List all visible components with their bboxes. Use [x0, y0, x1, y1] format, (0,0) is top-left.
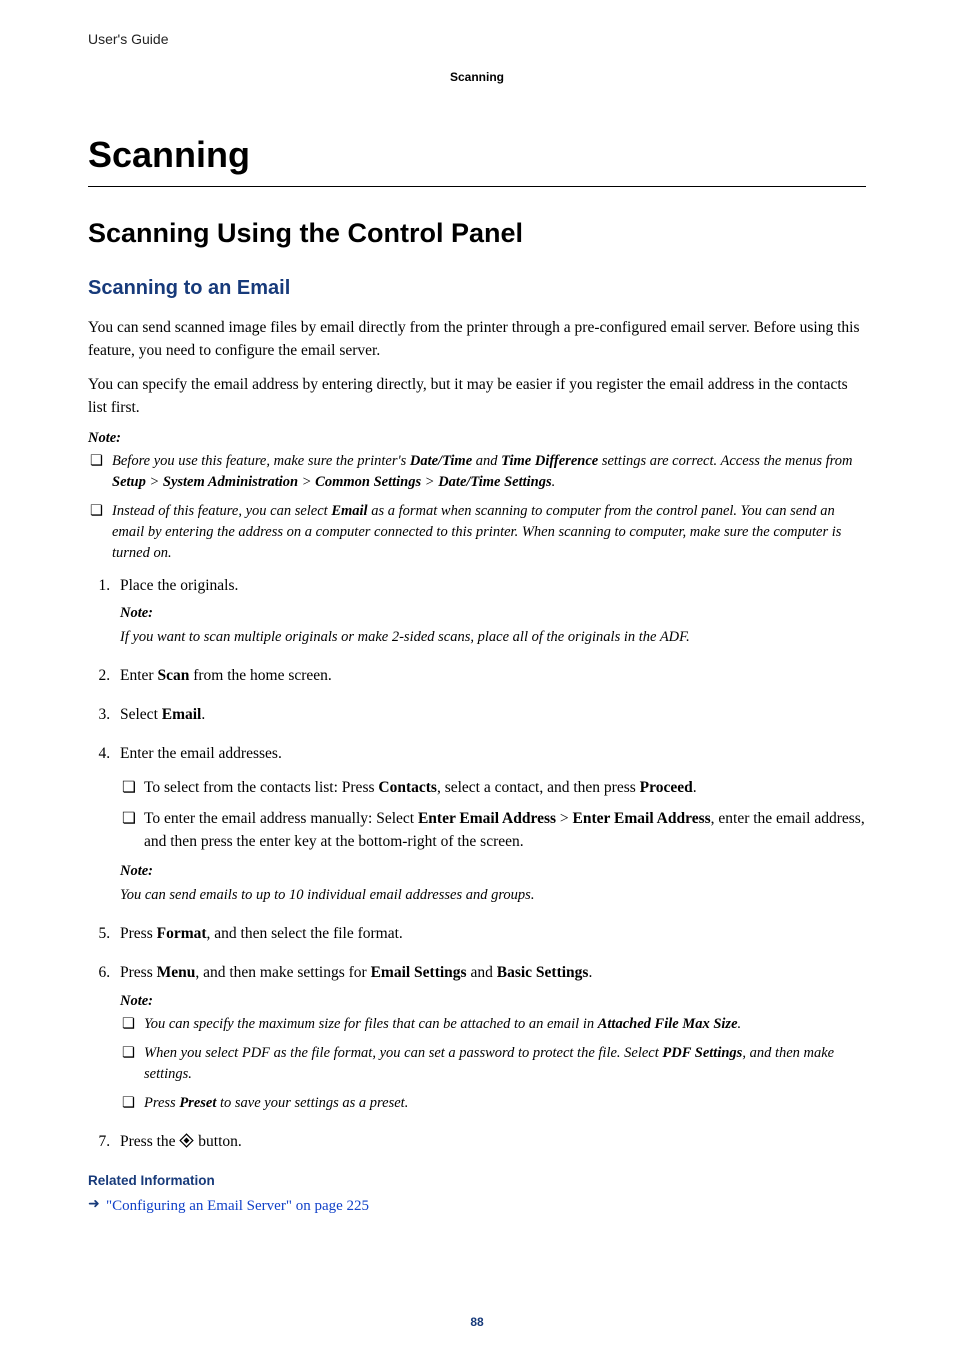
doc-title: User's Guide: [88, 30, 866, 49]
bold: Contacts: [378, 779, 437, 796]
note-label: Note:: [120, 991, 866, 1013]
step-text: Enter: [120, 667, 157, 684]
text: Press: [144, 1095, 179, 1111]
related-info-list: "Configuring an Email Server" on page 22…: [88, 1196, 866, 1216]
step-5: Press Format, and then select the file f…: [114, 922, 866, 945]
bold: Email: [331, 503, 367, 519]
related-info-heading: Related Information: [88, 1172, 866, 1190]
step-4-sublist: To select from the contacts list: Press …: [120, 776, 866, 854]
step-text: Enter the email addresses.: [120, 745, 282, 762]
step-text: Press the: [120, 1133, 179, 1150]
text: .: [738, 1016, 742, 1032]
note-text: >: [146, 474, 163, 490]
note-text: Before you use this feature, make sure t…: [112, 453, 410, 469]
note-text: and: [472, 453, 501, 469]
text: To enter the email address manually: Sel…: [144, 810, 418, 827]
text: to save your settings as a preset.: [216, 1095, 408, 1111]
bold: Format: [157, 925, 207, 942]
bold: Attached File Max Size: [598, 1016, 738, 1032]
bold: Menu: [157, 964, 196, 981]
step-note: You can send emails to up to 10 individu…: [120, 885, 866, 906]
list-item: To select from the contacts list: Press …: [120, 776, 866, 799]
note-item: Before you use this feature, make sure t…: [88, 451, 866, 493]
step-text: , and then select the file format.: [207, 925, 403, 942]
note-text: settings are correct. Access the menus f…: [598, 453, 852, 469]
step-text: Place the originals.: [120, 577, 238, 594]
step-3: Select Email.: [114, 703, 866, 726]
bold: Setup: [112, 474, 146, 490]
text: You can specify the maximum size for fil…: [144, 1016, 598, 1032]
step-6-note-list: You can specify the maximum size for fil…: [120, 1014, 866, 1114]
subsection-heading: Scanning to an Email: [88, 275, 866, 302]
step-text: Select: [120, 706, 162, 723]
step-7: Press the button.: [114, 1130, 866, 1155]
steps-list: Place the originals. Note: If you want t…: [88, 574, 866, 1156]
step-note: If you want to scan multiple originals o…: [120, 627, 866, 648]
step-text: Press: [120, 964, 157, 981]
note-label: Note:: [120, 603, 866, 625]
bold: Scan: [157, 667, 189, 684]
chapter-heading: Scanning: [88, 131, 866, 187]
step-text: , and then make settings for: [195, 964, 370, 981]
step-text: .: [588, 964, 592, 981]
intro-paragraph-2: You can specify the email address by ent…: [88, 373, 866, 420]
bold: System Administration: [163, 474, 298, 490]
bold: Enter Email Address: [573, 810, 711, 827]
note-label: Note:: [120, 861, 866, 883]
note-item: When you select PDF as the file format, …: [120, 1043, 866, 1085]
note-list-1: Before you use this feature, make sure t…: [88, 451, 866, 564]
note-item: Instead of this feature, you can select …: [88, 501, 866, 564]
bold: Proceed: [640, 779, 693, 796]
step-4: Enter the email addresses. To select fro…: [114, 742, 866, 906]
intro-paragraph-1: You can send scanned image files by emai…: [88, 316, 866, 363]
step-1: Place the originals. Note: If you want t…: [114, 574, 866, 648]
start-diamond-icon: [179, 1132, 194, 1155]
text: When you select PDF as the file format, …: [144, 1045, 662, 1061]
text: , select a contact, and then press: [437, 779, 640, 796]
bold: Common Settings: [315, 474, 421, 490]
note-label: Note:: [88, 429, 866, 449]
bold: Enter Email Address: [418, 810, 556, 827]
note-text: >: [421, 474, 438, 490]
bold: Preset: [179, 1095, 216, 1111]
text: >: [556, 810, 573, 827]
note-item: You can specify the maximum size for fil…: [120, 1014, 866, 1035]
note-text: Instead of this feature, you can select: [112, 503, 331, 519]
step-6: Press Menu, and then make settings for E…: [114, 961, 866, 1114]
bold: Basic Settings: [497, 964, 589, 981]
page-number: 88: [0, 1314, 954, 1330]
step-text: .: [201, 706, 205, 723]
step-2: Enter Scan from the home screen.: [114, 664, 866, 687]
note-text: >: [298, 474, 315, 490]
page: User's Guide Scanning Scanning Scanning …: [0, 0, 954, 1350]
text: .: [693, 779, 697, 796]
step-text: from the home screen.: [189, 667, 331, 684]
bold: Email Settings: [371, 964, 467, 981]
text: To select from the contacts list: Press: [144, 779, 378, 796]
bold: PDF Settings: [662, 1045, 742, 1061]
bold: Date/Time: [410, 453, 472, 469]
step-text: and: [467, 964, 497, 981]
header-section: Scanning: [88, 69, 866, 85]
step-text: button.: [194, 1133, 241, 1150]
related-link[interactable]: "Configuring an Email Server" on page 22…: [106, 1198, 369, 1214]
section-heading: Scanning Using the Control Panel: [88, 215, 866, 251]
note-text: .: [552, 474, 556, 490]
step-text: Press: [120, 925, 157, 942]
bold: Email: [162, 706, 202, 723]
list-item: To enter the email address manually: Sel…: [120, 807, 866, 854]
bold: Time Difference: [501, 453, 598, 469]
note-item: Press Preset to save your settings as a …: [120, 1093, 866, 1114]
bold: Date/Time Settings: [438, 474, 551, 490]
related-link-item[interactable]: "Configuring an Email Server" on page 22…: [88, 1196, 866, 1216]
